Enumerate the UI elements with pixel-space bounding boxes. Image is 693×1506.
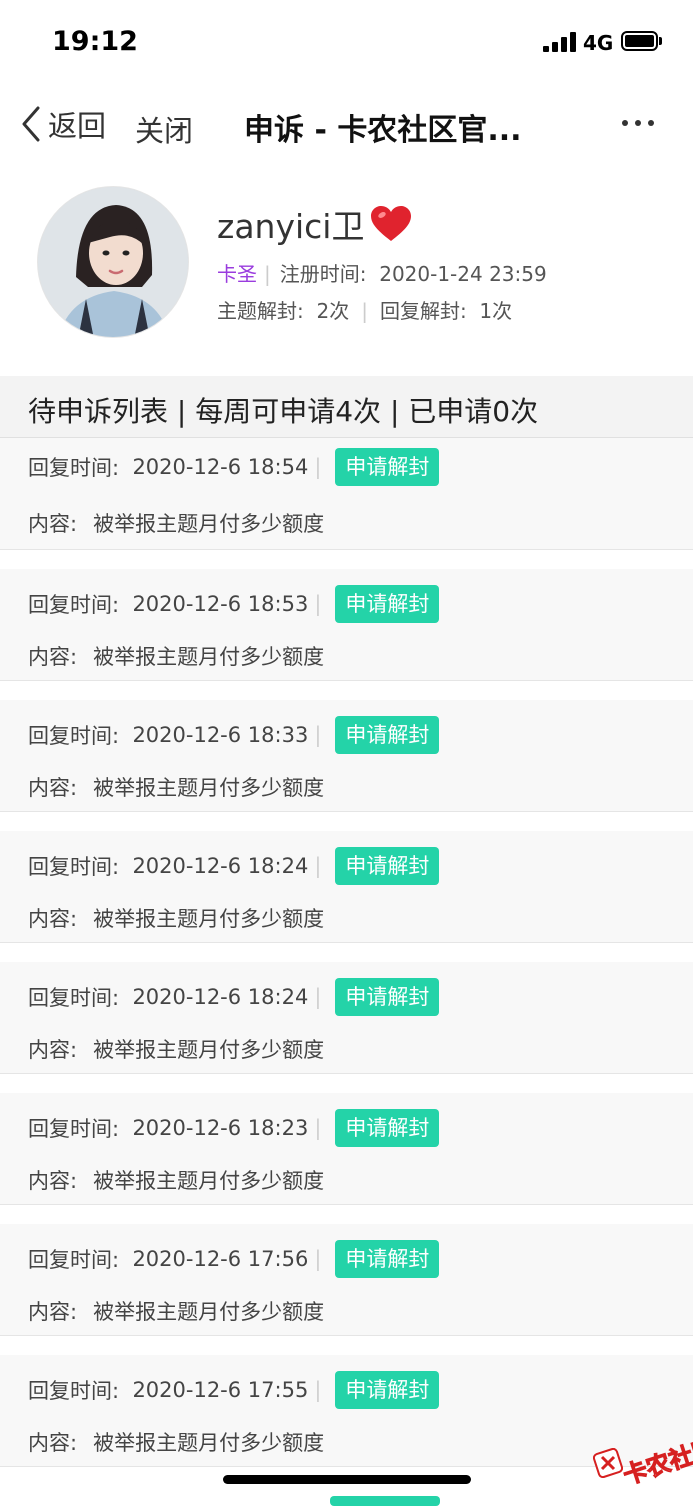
- list-item: 回复时间: 2020-12-6 17:55 | 申请解封内容: 被举报主题月付多少额度: [0, 1355, 693, 1467]
- content-value: 被举报主题月付多少额度: [93, 512, 325, 536]
- reply-time-row: 回复时间: 2020-12-6 17:56 | 申请解封: [28, 1240, 440, 1278]
- list-header: 待申诉列表 | 每周可申请4次 | 已申请0次: [0, 376, 693, 438]
- content-value: 被举报主题月付多少额度: [93, 645, 325, 669]
- signal-icon: [543, 32, 576, 52]
- username: zanyici卫: [217, 200, 412, 248]
- content-value: 被举报主题月付多少额度: [93, 1169, 325, 1193]
- unblock-button[interactable]: 申请解封: [335, 1371, 440, 1409]
- network-label: 4G: [583, 31, 614, 55]
- unblock-button[interactable]: 申请解封: [335, 978, 440, 1016]
- home-indicator: [223, 1475, 471, 1484]
- status-time: 19:12: [52, 26, 138, 57]
- unblock-button[interactable]: 申请解封: [335, 1109, 440, 1147]
- profile-meta-row: 卡圣 | 注册时间: 2020-1-24 23:59: [217, 262, 547, 286]
- unblock-button[interactable]: 申请解封: [335, 448, 440, 486]
- unblock-button[interactable]: 申请解封: [335, 716, 440, 754]
- avatar[interactable]: [37, 186, 189, 338]
- content-label: 内容:: [28, 907, 78, 931]
- list-item: 回复时间: 2020-12-6 18:54 | 申请解封内容: 被举报主题月付多少额度: [0, 438, 693, 550]
- more-dots-icon[interactable]: [620, 118, 656, 128]
- reply-time-label: 回复时间:: [28, 986, 120, 1010]
- reply-time-label: 回复时间:: [28, 593, 120, 617]
- unblock-stats-row: 主题解封: 2次 | 回复解封: 1次: [217, 299, 513, 323]
- content-value: 被举报主题月付多少额度: [93, 1431, 325, 1455]
- register-time: 2020-1-24 23:59: [379, 262, 547, 286]
- register-label: 注册时间:: [279, 262, 367, 286]
- reply-time-value: 2020-12-6 18:24: [132, 854, 309, 878]
- unblock-button-partial[interactable]: [330, 1496, 440, 1506]
- reply-time-row: 回复时间: 2020-12-6 18:53 | 申请解封: [28, 585, 440, 623]
- heart-icon: [371, 206, 412, 241]
- content-row: 内容: 被举报主题月付多少额度: [28, 1427, 324, 1457]
- reply-time-row: 回复时间: 2020-12-6 18:24 | 申请解封: [28, 847, 440, 885]
- reply-unblock-count: 1次: [479, 299, 513, 323]
- rank-badge: 卡圣: [217, 262, 257, 286]
- user-profile: zanyici卫 卡圣 | 注册时间: 2020-1-24 23:59 主题解封: …: [0, 178, 693, 378]
- topic-unblock-label: 主题解封:: [217, 299, 304, 323]
- content-row: 内容: 被举报主题月付多少额度: [28, 641, 324, 671]
- reply-time-value: 2020-12-6 18:24: [132, 985, 309, 1009]
- content-row: 内容: 被举报主题月付多少额度: [28, 1165, 324, 1195]
- reply-time-row: 回复时间: 2020-12-6 18:54 | 申请解封: [28, 448, 440, 486]
- reply-time-value: 2020-12-6 18:54: [132, 455, 309, 479]
- page-title: 申诉 - 卡农社区官...: [244, 113, 522, 148]
- content-label: 内容:: [28, 776, 78, 800]
- list-item: 回复时间: 2020-12-6 18:53 | 申请解封内容: 被举报主题月付多少额度: [0, 569, 693, 681]
- reply-time-row: 回复时间: 2020-12-6 17:55 | 申请解封: [28, 1371, 440, 1409]
- content-row: 内容: 被举报主题月付多少额度: [28, 903, 324, 933]
- content-value: 被举报主题月付多少额度: [93, 1038, 325, 1062]
- watermark: 卡农社区: [593, 1433, 693, 1491]
- content-label: 内容:: [28, 512, 78, 536]
- reply-time-row: 回复时间: 2020-12-6 18:24 | 申请解封: [28, 978, 440, 1016]
- reply-time-value: 2020-12-6 18:53: [132, 592, 309, 616]
- chevron-left-icon: [22, 106, 40, 142]
- unblock-button[interactable]: 申请解封: [335, 585, 440, 623]
- username-text: zanyici卫: [217, 207, 365, 246]
- content-row: 内容: 被举报主题月付多少额度: [28, 1296, 324, 1326]
- reply-time-label: 回复时间:: [28, 724, 120, 748]
- back-label: 返回: [48, 109, 107, 143]
- content-row: 内容: 被举报主题月付多少额度: [28, 1034, 324, 1064]
- content-row: 内容: 被举报主题月付多少额度: [28, 772, 324, 802]
- content-value: 被举报主题月付多少额度: [93, 907, 325, 931]
- reply-time-value: 2020-12-6 17:55: [132, 1378, 309, 1402]
- list-item: 回复时间: 2020-12-6 18:24 | 申请解封内容: 被举报主题月付多少额度: [0, 831, 693, 943]
- list-item: 回复时间: 2020-12-6 18:24 | 申请解封内容: 被举报主题月付多少额度: [0, 962, 693, 1074]
- content-label: 内容:: [28, 645, 78, 669]
- reply-time-value: 2020-12-6 18:33: [132, 723, 309, 747]
- list-header-text: 待申诉列表 | 每周可申请4次 | 已申请0次: [28, 395, 539, 428]
- reply-time-row: 回复时间: 2020-12-6 18:23 | 申请解封: [28, 1109, 440, 1147]
- battery-icon: [621, 31, 662, 53]
- list-item: 回复时间: 2020-12-6 18:23 | 申请解封内容: 被举报主题月付多少额度: [0, 1093, 693, 1205]
- nav-bar: 返回 关闭 申诉 - 卡农社区官...: [0, 88, 693, 160]
- close-button[interactable]: 关闭: [135, 108, 193, 150]
- unblock-button[interactable]: 申请解封: [335, 1240, 440, 1278]
- reply-time-label: 回复时间:: [28, 1379, 120, 1403]
- list-item: 回复时间: 2020-12-6 17:56 | 申请解封内容: 被举报主题月付多少额度: [0, 1224, 693, 1336]
- content-value: 被举报主题月付多少额度: [93, 1300, 325, 1324]
- content-label: 内容:: [28, 1169, 78, 1193]
- unblock-button[interactable]: 申请解封: [335, 847, 440, 885]
- logo-icon: [593, 1448, 623, 1478]
- reply-time-label: 回复时间:: [28, 1117, 120, 1141]
- reply-time-label: 回复时间:: [28, 1248, 120, 1272]
- reply-time-value: 2020-12-6 18:23: [132, 1116, 309, 1140]
- reply-time-label: 回复时间:: [28, 855, 120, 879]
- content-label: 内容:: [28, 1038, 78, 1062]
- reply-time-label: 回复时间:: [28, 456, 120, 480]
- content-label: 内容:: [28, 1431, 78, 1455]
- reply-time-value: 2020-12-6 17:56: [132, 1247, 309, 1271]
- content-value: 被举报主题月付多少额度: [93, 776, 325, 800]
- topic-unblock-count: 2次: [316, 299, 350, 323]
- content-label: 内容:: [28, 1300, 78, 1324]
- reply-unblock-label: 回复解封:: [379, 299, 467, 323]
- status-bar: 19:12 4G: [0, 0, 693, 88]
- reply-time-row: 回复时间: 2020-12-6 18:33 | 申请解封: [28, 716, 440, 754]
- list-item: 回复时间: 2020-12-6 18:33 | 申请解封内容: 被举报主题月付多少额度: [0, 700, 693, 812]
- back-button[interactable]: 返回: [20, 102, 106, 146]
- content-row: 内容: 被举报主题月付多少额度: [28, 508, 324, 538]
